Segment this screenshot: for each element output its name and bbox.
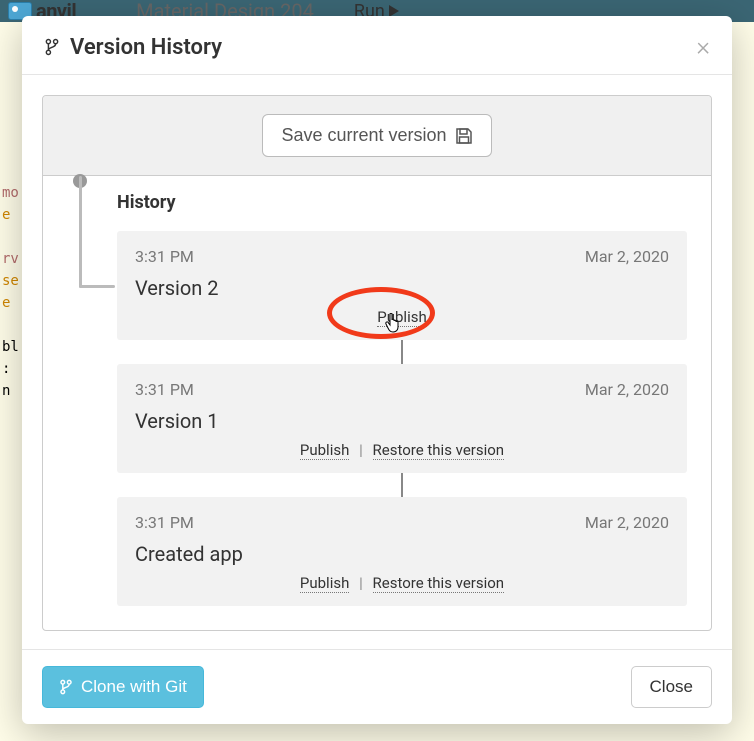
save-current-version-button[interactable]: Save current version — [262, 114, 491, 157]
publish-link[interactable]: Publish — [300, 574, 349, 593]
close-icon[interactable]: × — [696, 34, 710, 60]
modal-body: Save current version History — [22, 75, 732, 649]
version-actions: Publish — [135, 308, 669, 326]
modal-header: Version History × — [22, 16, 732, 75]
floppy-disk-icon — [455, 127, 473, 145]
version-actions: Publish | Restore this version — [135, 574, 669, 592]
git-branch-icon — [44, 38, 60, 56]
timeline-stem — [79, 176, 82, 288]
version-name: Created app — [135, 542, 669, 566]
history-body: History 3:31 PM Mar 2, 2020 Version 2 Pu… — [43, 176, 711, 630]
git-branch-icon — [59, 679, 73, 695]
version-actions: Publish | Restore this version — [135, 441, 669, 459]
version-connector — [401, 340, 403, 364]
restore-link[interactable]: Restore this version — [373, 441, 505, 460]
version-list: 3:31 PM Mar 2, 2020 Version 2 Publish — [117, 231, 687, 606]
timeline-elbow — [79, 285, 115, 288]
history-panel: Save current version History — [42, 95, 712, 631]
version-date: Mar 2, 2020 — [585, 513, 669, 532]
close-button[interactable]: Close — [631, 666, 712, 708]
restore-link[interactable]: Restore this version — [373, 574, 505, 593]
version-time: 3:31 PM — [135, 380, 194, 399]
version-date: Mar 2, 2020 — [585, 247, 669, 266]
version-name: Version 2 — [135, 276, 669, 300]
save-button-label: Save current version — [281, 125, 446, 146]
version-card[interactable]: 3:31 PM Mar 2, 2020 Created app Publish … — [117, 497, 687, 606]
modal-title: Version History — [70, 35, 222, 60]
version-card[interactable]: 3:31 PM Mar 2, 2020 Version 1 Publish | … — [117, 364, 687, 473]
background-code-lines: mo e rv se e bl : n — [2, 182, 19, 402]
version-connector — [401, 473, 403, 497]
cursor-pointer-icon — [385, 313, 401, 333]
publish-link[interactable]: Publish — [300, 441, 349, 460]
version-name: Version 1 — [135, 409, 669, 433]
action-separator: | — [359, 441, 363, 459]
save-version-bar: Save current version — [43, 96, 711, 176]
action-separator: | — [359, 574, 363, 592]
clone-with-git-button[interactable]: Clone with Git — [42, 666, 204, 708]
version-history-modal: Version History × Save current version — [22, 16, 732, 724]
clone-button-label: Clone with Git — [81, 677, 187, 697]
version-card[interactable]: 3:31 PM Mar 2, 2020 Version 2 Publish — [117, 231, 687, 340]
history-heading: History — [117, 192, 687, 213]
version-time: 3:31 PM — [135, 247, 194, 266]
version-time: 3:31 PM — [135, 513, 194, 532]
modal-footer: Clone with Git Close — [22, 649, 732, 724]
version-date: Mar 2, 2020 — [585, 380, 669, 399]
